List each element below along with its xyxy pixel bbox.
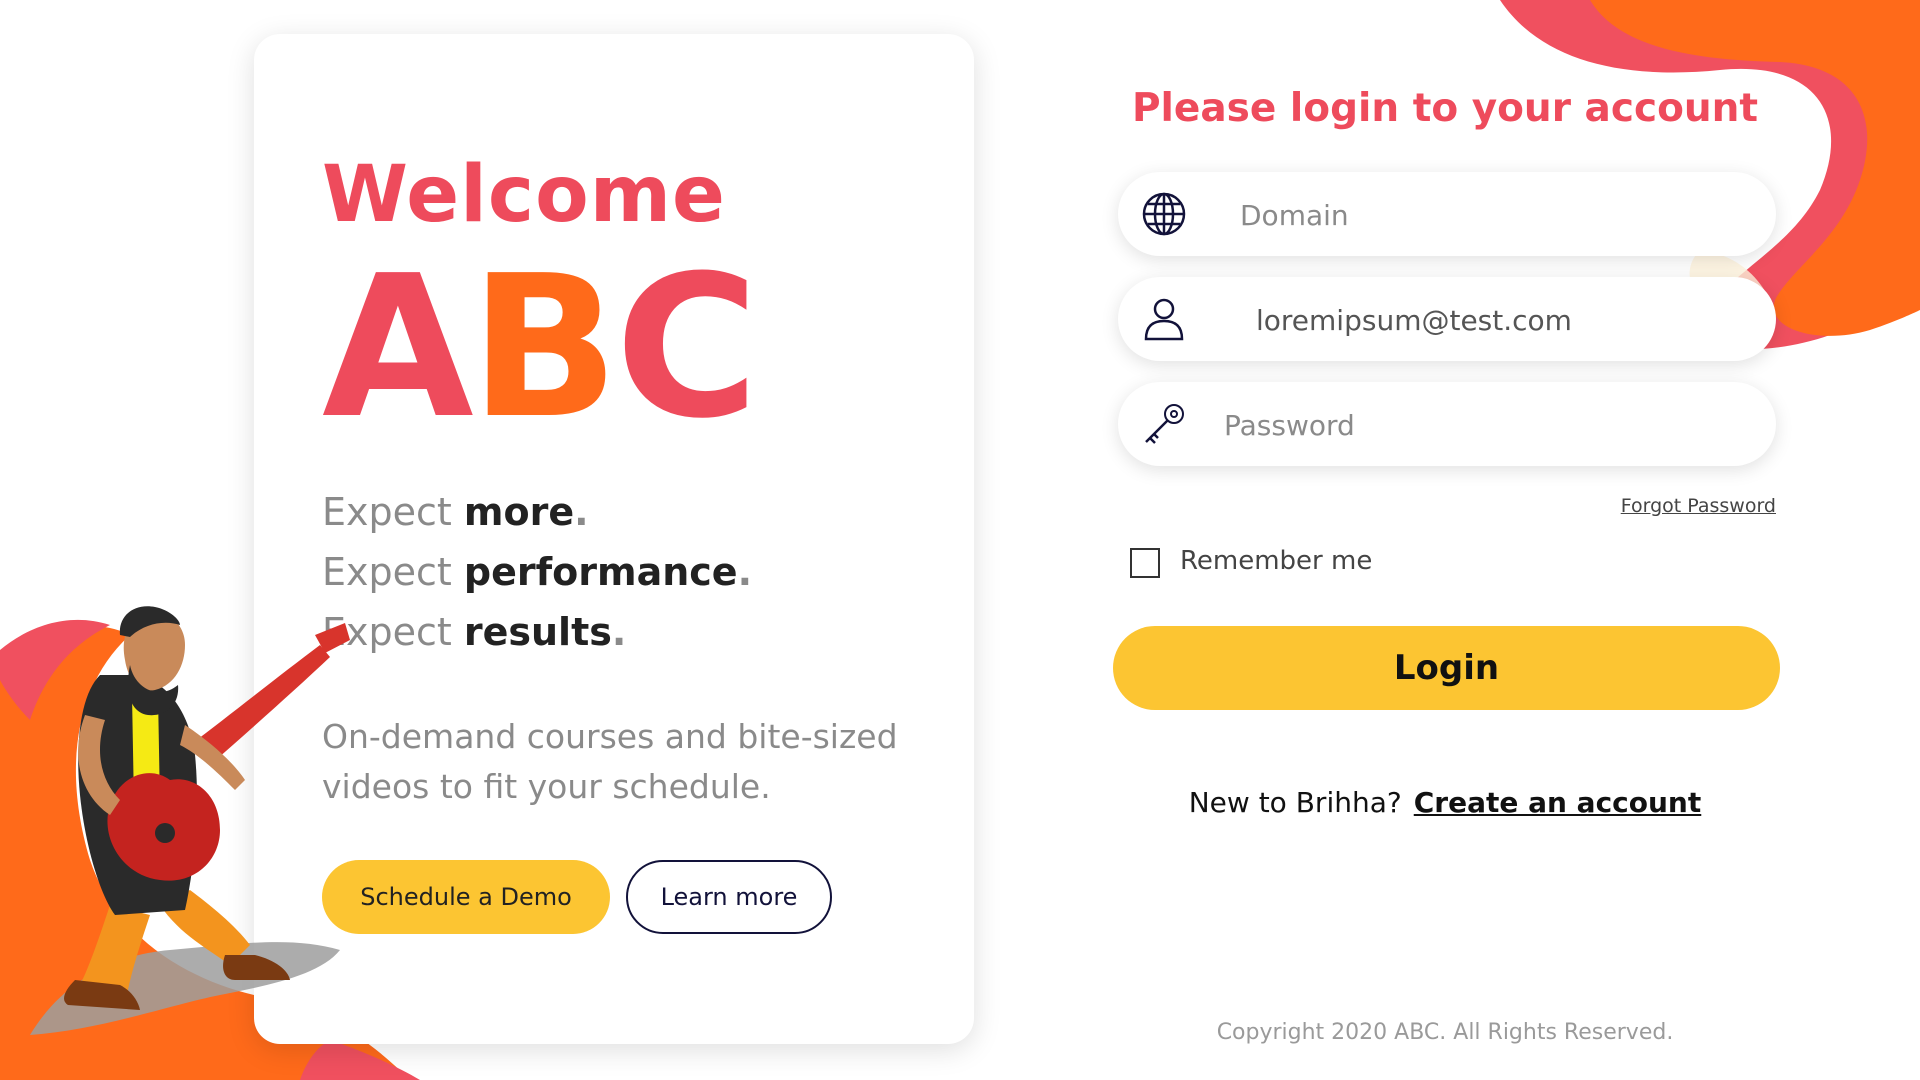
login-button[interactable]: Login <box>1113 626 1780 710</box>
remember-me-checkbox[interactable] <box>1130 548 1160 578</box>
tagline-prefix: Expect <box>322 550 464 594</box>
password-field <box>1118 382 1776 466</box>
email-input[interactable] <box>1254 291 1758 349</box>
hero-description: On-demand courses and bite-sized videos … <box>322 717 898 806</box>
login-heading: Please login to your account <box>1131 86 1759 131</box>
key-icon <box>1145 404 1184 444</box>
tagline-line-1: Expect more. <box>322 490 589 534</box>
user-icon <box>1144 298 1184 341</box>
brand-letter-a: A <box>322 234 474 462</box>
tagline-line-2: Expect performance. <box>322 550 752 594</box>
domain-field <box>1118 172 1776 256</box>
domain-input[interactable] <box>1238 186 1742 244</box>
tagline-prefix: Expect <box>322 490 464 534</box>
tagline-suffix: . <box>574 490 589 534</box>
tagline-suffix: . <box>611 610 627 654</box>
learn-more-button[interactable]: Learn more <box>626 860 832 934</box>
schedule-demo-button[interactable]: Schedule a Demo <box>322 860 610 934</box>
tagline-emphasis: more <box>463 490 575 534</box>
password-input[interactable] <box>1222 396 1726 454</box>
tagline-emphasis: performance <box>463 550 738 594</box>
brand-logo-text: ABC <box>322 250 759 446</box>
remember-me-label: Remember me <box>1180 546 1373 576</box>
welcome-heading: Welcome <box>322 150 726 240</box>
guitarist-illustration-icon <box>30 606 350 1035</box>
tagline-emphasis: results <box>463 610 612 654</box>
forgot-password-link[interactable]: Forgot Password <box>1560 495 1776 517</box>
create-account-link[interactable]: Create an account <box>1414 786 1702 819</box>
tagline-line-3: Expect results. <box>322 610 626 654</box>
brand-letter-b: B <box>469 234 619 462</box>
signup-prompt: New to Brihha? <box>1188 786 1402 819</box>
globe-icon <box>1142 192 1186 236</box>
copyright-text: Copyright 2020 ABC. All Rights Reserved. <box>1216 1020 1674 1045</box>
email-field <box>1118 277 1776 361</box>
signup-row: New to Brihha? Create an account <box>1110 786 1780 819</box>
tagline-suffix: . <box>737 550 752 594</box>
brand-letter-c: C <box>615 234 759 462</box>
